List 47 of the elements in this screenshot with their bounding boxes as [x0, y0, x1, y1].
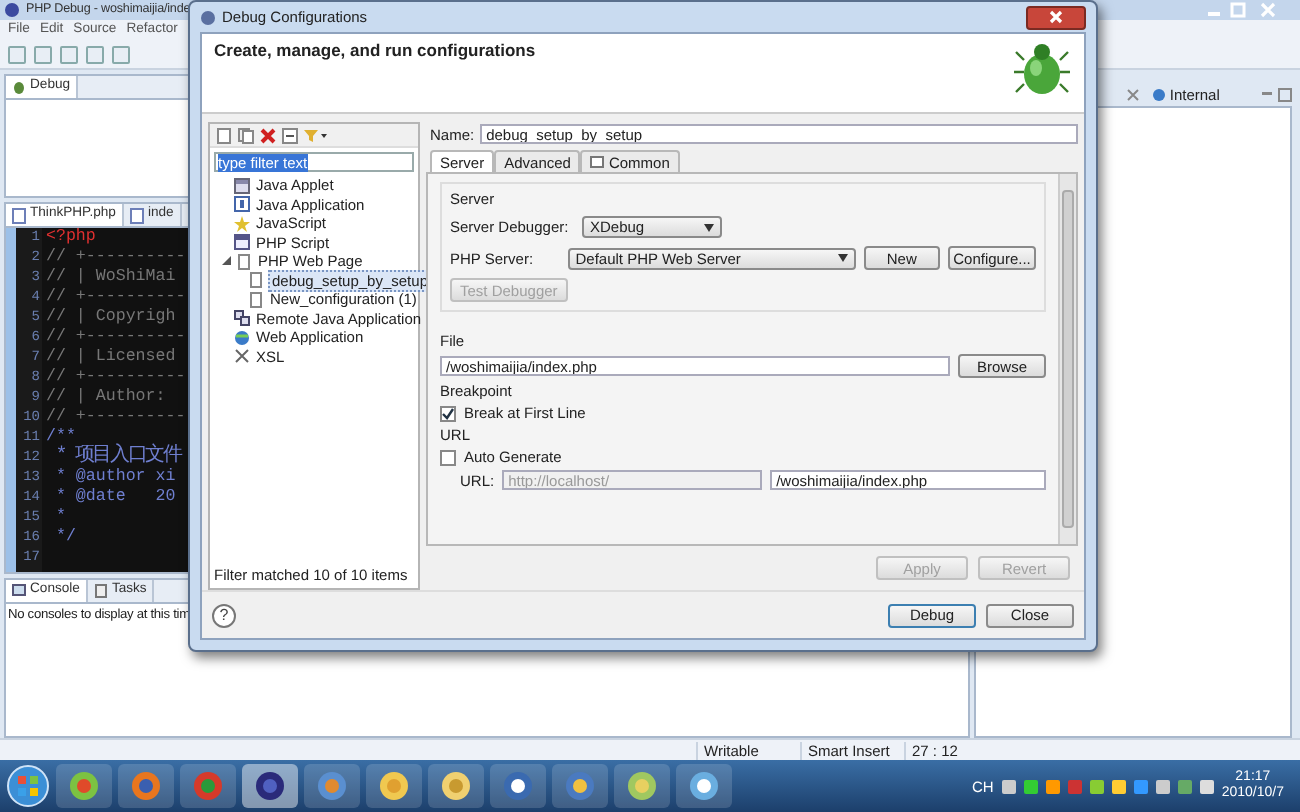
- script-window-icon: [234, 234, 250, 251]
- maximize-icon[interactable]: [1278, 87, 1292, 101]
- app-icon: [4, 2, 20, 18]
- caret-icon: [837, 254, 848, 262]
- code-line: // +----------: [46, 368, 186, 386]
- collapse-icon[interactable]: [282, 127, 298, 143]
- code-line: * @author xi: [53, 468, 176, 486]
- code-line: */: [53, 528, 76, 546]
- dialog-heading: Create, manage, and run configurations: [214, 40, 536, 61]
- code-line: // +----------: [46, 248, 186, 266]
- start-button[interactable]: [6, 764, 50, 808]
- code-line: // | Licensed: [46, 348, 176, 366]
- scrollbar[interactable]: [1058, 174, 1076, 544]
- close-icon: [1048, 10, 1064, 24]
- code-line: // +----------: [46, 288, 186, 306]
- code-line: // | WoShiMai: [46, 268, 176, 286]
- filter-icon[interactable]: [304, 127, 328, 143]
- code-line: // +----------: [46, 408, 186, 426]
- php-file-icon: [129, 207, 144, 223]
- close-button[interactable]: [1026, 5, 1086, 29]
- globe-icon: [1152, 87, 1166, 101]
- delete-icon[interactable]: [260, 127, 276, 143]
- close-icon[interactable]: [1126, 87, 1140, 101]
- code-line: * 项目入口文件: [53, 446, 181, 468]
- expanded-arrow-icon[interactable]: [222, 256, 232, 267]
- code-line: * @date 20: [53, 488, 176, 506]
- code-line: *: [53, 508, 66, 526]
- check-icon: [442, 407, 454, 419]
- code-line: // | Author:: [46, 388, 166, 406]
- code-line: // | Copyrigh: [46, 308, 176, 326]
- script-star-icon: [234, 215, 250, 232]
- cross-arrows-icon: [234, 348, 250, 365]
- globe-icon: [234, 329, 250, 346]
- help-button[interactable]: ?: [212, 603, 236, 627]
- clipboard-icon: [93, 584, 108, 598]
- code-line: // +----------: [46, 328, 186, 346]
- code-line: <?php: [46, 228, 96, 246]
- monitor-icon: [12, 584, 26, 598]
- minimize-icon[interactable]: [1260, 87, 1275, 101]
- applet-window-icon: [234, 177, 250, 194]
- new-icon[interactable]: [216, 127, 232, 143]
- checkbox[interactable]: [440, 405, 456, 421]
- code-line: /**: [46, 428, 76, 446]
- duplicate-icon[interactable]: [238, 127, 254, 143]
- application-window-icon: [234, 196, 250, 213]
- php-file-icon: [12, 207, 26, 223]
- checkbox[interactable]: [440, 449, 456, 465]
